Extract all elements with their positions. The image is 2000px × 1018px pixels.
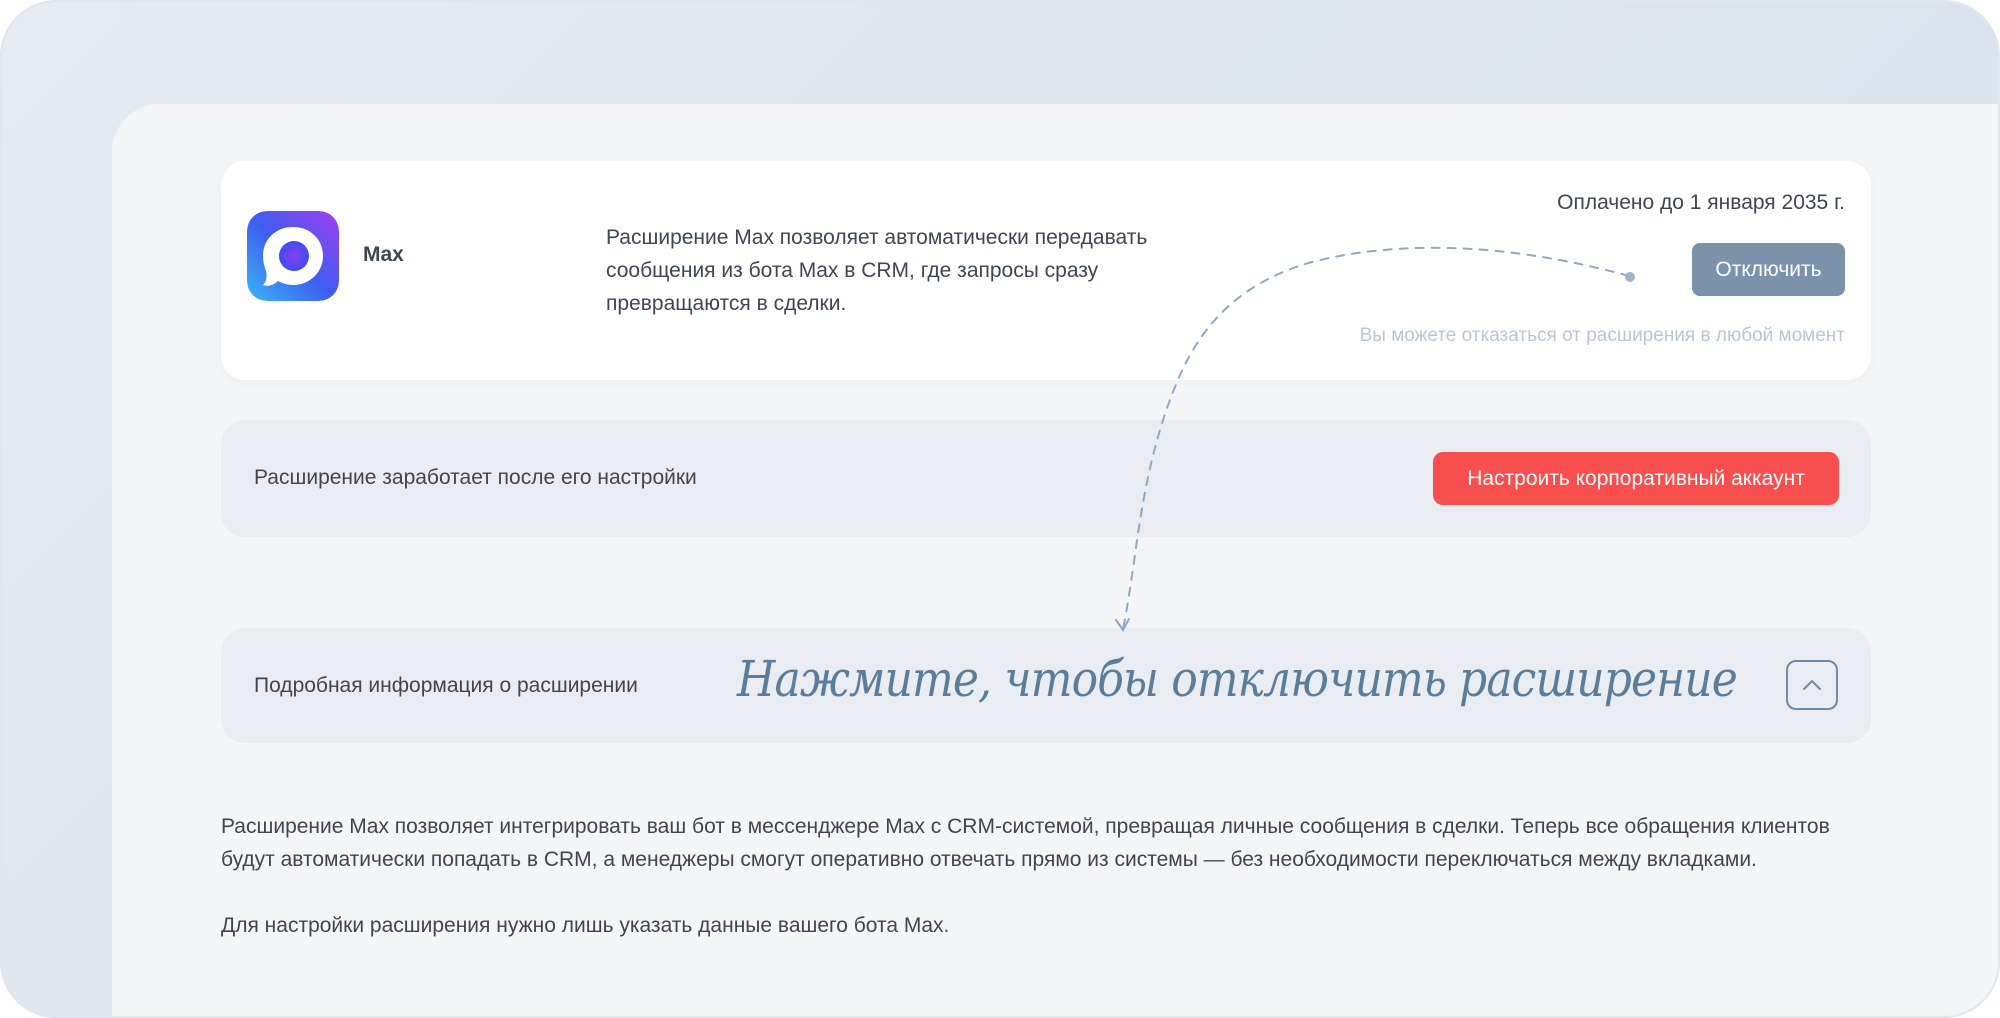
setup-corporate-account-button[interactable]: Настроить корпоративный аккаунт [1433,452,1839,505]
collapse-toggle-button[interactable] [1786,660,1838,710]
screen-frame: Max Расширение Max позволяет автоматичес… [0,0,2000,1018]
max-logo-icon [247,211,339,301]
extension-description: Расширение Max позволяет автоматически п… [606,226,1148,315]
cancel-note: Вы можете отказаться от расширения в люб… [1359,325,1845,346]
details-title: Подробная информация о расширении [254,674,638,697]
extension-card: Max Расширение Max позволяет автоматичес… [221,161,1871,380]
details-body: Расширение Max позволяет интегрировать в… [221,810,1881,942]
setup-text: Расширение заработает после его настройк… [254,466,697,489]
annotation-text: Нажмите, чтобы отключить расширение [737,650,1738,708]
setup-banner: Расширение заработает после его настройк… [221,420,1871,537]
chevron-up-icon [1803,680,1821,690]
disable-button[interactable]: Отключить [1692,243,1845,296]
extension-name: Max [363,243,404,266]
paid-until-text: Оплачено до 1 января 2035 г. [1557,191,1845,214]
details-paragraph: Расширение Max позволяет интегрировать в… [221,815,1830,871]
details-paragraph: Для настройки расширения нужно лишь указ… [221,914,950,937]
